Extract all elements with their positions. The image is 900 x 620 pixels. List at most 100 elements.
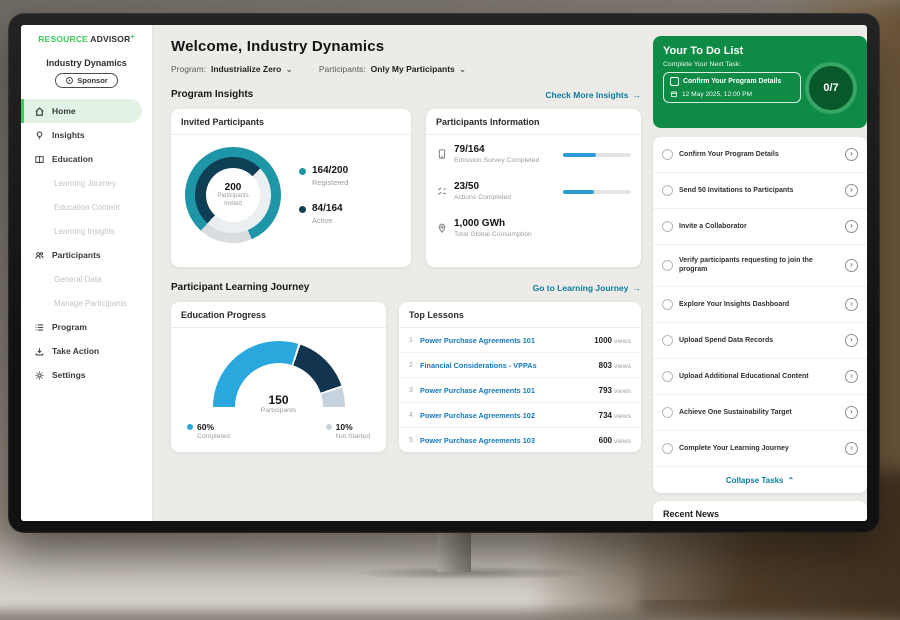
sidebar-item-participants[interactable]: Participants <box>21 243 152 267</box>
sidebar-item-settings[interactable]: Settings <box>21 363 152 387</box>
sidebar-item-learning-journey[interactable]: Learning Journey <box>21 171 152 195</box>
checkbox[interactable] <box>662 407 673 418</box>
checkbox[interactable] <box>662 221 673 232</box>
views-count: 793 <box>599 386 612 395</box>
card-title: Education Progress <box>171 302 386 328</box>
dashboard-screen: RESOURCE ADVISOR+ Industry Dynamics Spon… <box>21 25 867 521</box>
todo-title: Your To Do List <box>663 45 857 57</box>
chevron-right-icon[interactable]: › <box>845 220 858 233</box>
lesson-row: 1 Power Purchase Agreements 101 1000view… <box>399 328 641 353</box>
sidebar-item-insights[interactable]: Insights <box>21 123 152 147</box>
donut-center-label: Participants Invited <box>212 193 254 208</box>
lesson-link[interactable]: Power Purchase Agreements 101 <box>420 386 535 395</box>
task-row-verify-participants[interactable]: Verify participants requesting to join t… <box>653 245 867 287</box>
task-row-complete-learning-journey[interactable]: Complete Your Learning Journey › <box>653 431 867 467</box>
checkbox[interactable] <box>662 149 673 160</box>
chevron-right-icon[interactable]: › <box>845 298 858 311</box>
views-suffix: views <box>614 363 631 370</box>
legend-item-active: 84/164 Active <box>299 203 348 225</box>
recent-news-card: Recent News <box>653 501 867 521</box>
chevron-up-icon: ⌃ <box>787 476 794 485</box>
learning-journey-header: Participant Learning Journey Go to Learn… <box>171 282 641 293</box>
sponsor-label: Sponsor <box>77 76 107 85</box>
invited-participants-card: Invited Participants 200 Participants In… <box>171 109 411 267</box>
sidebar: RESOURCE ADVISOR+ Industry Dynamics Spon… <box>21 25 153 521</box>
go-to-learning-journey-link[interactable]: Go to Learning Journey → <box>533 283 641 293</box>
app-logo: RESOURCE ADVISOR+ <box>21 34 152 44</box>
legend-item-registered: 164/200 Registered <box>299 165 348 187</box>
task-label: Send 50 Invitations to Participants <box>679 186 839 195</box>
chevron-right-icon[interactable]: › <box>845 370 858 383</box>
task-label: Upload Additional Educational Content <box>679 372 839 381</box>
chevron-right-icon[interactable]: › <box>845 334 858 347</box>
lesson-rank: 5 <box>409 437 420 444</box>
checkbox[interactable] <box>662 371 673 382</box>
chevron-right-icon[interactable]: › <box>845 406 858 419</box>
views-suffix: views <box>614 388 631 395</box>
lightbulb-icon <box>34 130 45 141</box>
logo-plus: + <box>130 34 134 41</box>
checkbox[interactable] <box>662 443 673 454</box>
task-row-upload-spend-data[interactable]: Upload Spend Data Records › <box>653 323 867 359</box>
sidebar-item-program[interactable]: Program <box>21 315 152 339</box>
chevron-right-icon[interactable]: › <box>845 184 858 197</box>
section-title: Participant Learning Journey <box>171 282 309 293</box>
checkbox[interactable] <box>670 77 679 86</box>
lesson-link[interactable]: Power Purchase Agreements 103 <box>420 436 535 445</box>
chevron-right-icon[interactable]: › <box>845 148 858 161</box>
collapse-tasks-link[interactable]: Collapse Tasks ⌃ <box>653 467 867 493</box>
sidebar-item-label: Home <box>52 106 76 116</box>
chevron-right-icon[interactable]: › <box>845 442 858 455</box>
monitor-stand <box>437 530 471 572</box>
task-row-explore-insights[interactable]: Explore Your Insights Dashboard › <box>653 287 867 323</box>
participants-filter-value: Only My Participants <box>371 64 455 74</box>
program-filter-dropdown[interactable]: Program: Industrialize Zero ⌄ <box>171 64 293 74</box>
gauge-label: Participants <box>213 407 345 414</box>
views-suffix: views <box>614 438 631 445</box>
sidebar-item-home[interactable]: Home <box>21 99 142 123</box>
views-suffix: views <box>614 413 631 420</box>
people-icon <box>34 250 45 261</box>
task-row-confirm-program[interactable]: Confirm Your Program Details › <box>653 137 867 173</box>
checkbox[interactable] <box>662 260 673 271</box>
checklist-icon <box>436 185 448 197</box>
legend-dot <box>299 168 306 175</box>
checkbox[interactable] <box>662 185 673 196</box>
sidebar-item-education[interactable]: Education <box>21 147 152 171</box>
filter-bar: Program: Industrialize Zero ⌄ Participan… <box>171 64 641 74</box>
task-label: Achieve One Sustainability Target <box>679 408 839 417</box>
book-icon <box>34 154 45 165</box>
next-task-box[interactable]: Confirm Your Program Details 12 May 2025… <box>663 72 801 103</box>
card-title: Invited Participants <box>171 109 411 135</box>
lesson-row: 3 Power Purchase Agreements 101 793views <box>399 378 641 403</box>
sidebar-item-manage-participants[interactable]: Manage Participants <box>21 291 152 315</box>
task-row-invite-collaborator[interactable]: Invite a Collaborator › <box>653 209 867 245</box>
lesson-row: 2 Financial Considerations - VPPAs 803vi… <box>399 353 641 378</box>
lesson-link[interactable]: Financial Considerations - VPPAs <box>420 361 537 370</box>
participants-filter-dropdown[interactable]: Participants: Only My Participants ⌄ <box>319 64 466 74</box>
task-list: Confirm Your Program Details › Send 50 I… <box>653 137 867 493</box>
task-row-achieve-target[interactable]: Achieve One Sustainability Target › <box>653 395 867 431</box>
link-label: Check More Insights <box>545 90 628 100</box>
check-more-insights-link[interactable]: Check More Insights → <box>545 90 641 100</box>
download-tray-icon <box>34 346 45 357</box>
education-progress-card: Education Progress 150 Participants 60% <box>171 302 386 452</box>
sidebar-item-general-data[interactable]: General Data <box>21 267 152 291</box>
views-count: 1000 <box>594 336 612 345</box>
sidebar-item-label: Education <box>52 154 93 164</box>
logo-text-secondary: ADVISOR <box>90 34 130 44</box>
checkbox[interactable] <box>662 299 673 310</box>
sidebar-item-learning-insights[interactable]: Learning Insights <box>21 219 152 243</box>
lesson-link[interactable]: Power Purchase Agreements 102 <box>420 411 535 420</box>
checkbox[interactable] <box>662 335 673 346</box>
sidebar-item-education-content[interactable]: Education Content <box>21 195 152 219</box>
list-icon <box>34 322 45 333</box>
task-row-send-invitations[interactable]: Send 50 Invitations to Participants › <box>653 173 867 209</box>
task-row-upload-educational-content[interactable]: Upload Additional Educational Content › <box>653 359 867 395</box>
page-title: Welcome, Industry Dynamics <box>171 38 641 55</box>
chevron-right-icon[interactable]: › <box>845 259 858 272</box>
donut-center-value: 200 <box>225 182 242 193</box>
sidebar-item-take-action[interactable]: Take Action <box>21 339 152 363</box>
lesson-link[interactable]: Power Purchase Agreements 101 <box>420 336 535 345</box>
views-count: 600 <box>599 436 612 445</box>
